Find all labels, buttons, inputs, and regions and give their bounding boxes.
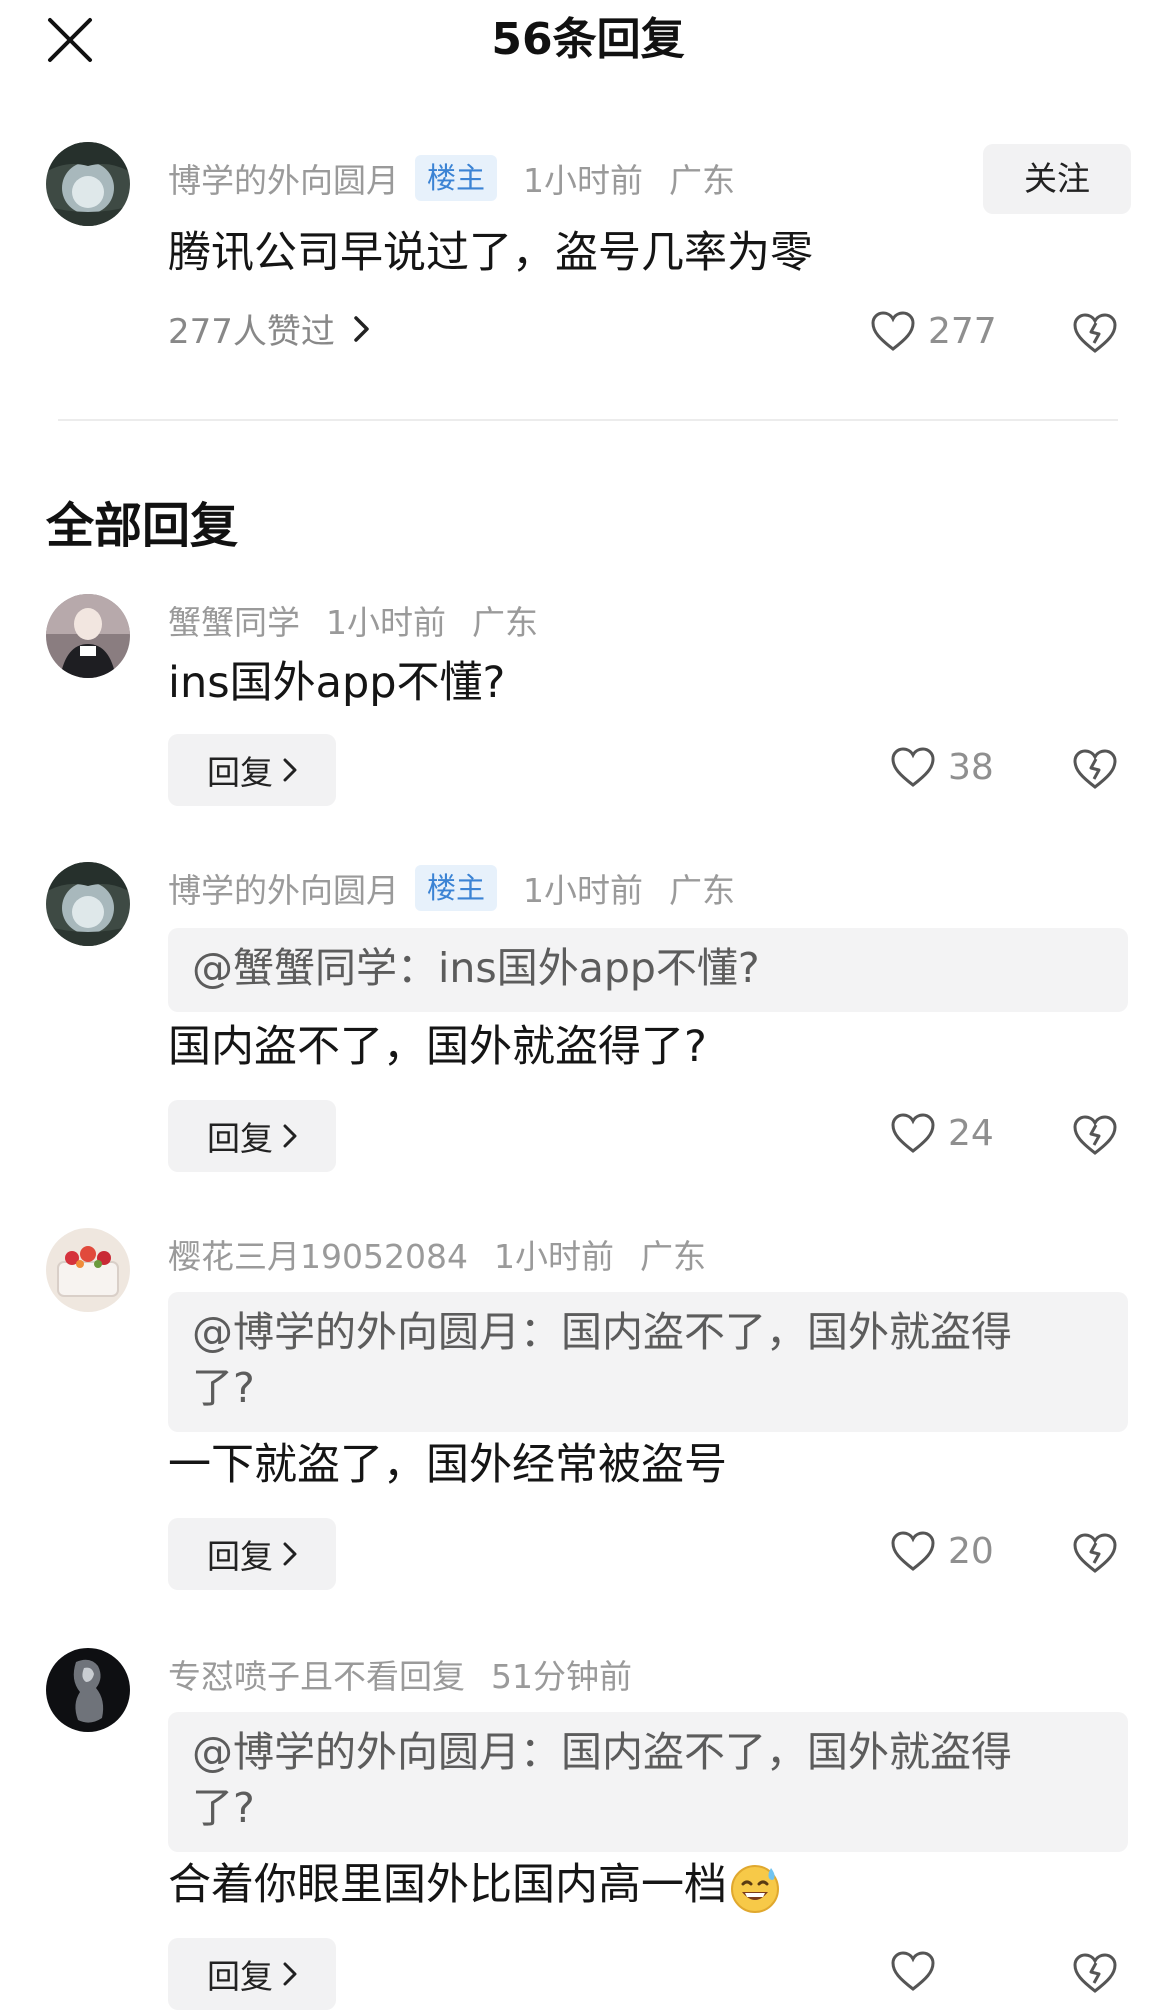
avatar-dark-figure-image bbox=[46, 1648, 130, 1732]
quoted-reply: @蟹蟹同学：ins国外app不懂? bbox=[168, 928, 1128, 1012]
reply-meta: 专怼喷子且不看回复 51分钟前 bbox=[168, 1649, 632, 1699]
quoted-text-line-2: 了? bbox=[192, 1784, 255, 1832]
timestamp: 1小时前 bbox=[523, 161, 644, 200]
broken-heart-icon bbox=[1073, 313, 1117, 353]
location: 广东 bbox=[639, 1237, 706, 1276]
avatar[interactable] bbox=[46, 1228, 130, 1312]
follow-button[interactable]: 关注 bbox=[983, 144, 1131, 214]
like-count: 277 bbox=[928, 310, 997, 352]
username[interactable]: 博学的外向圆月 bbox=[168, 864, 399, 912]
reply-text: ins国外app不懂? bbox=[168, 658, 506, 708]
location: 广东 bbox=[669, 871, 736, 910]
heart-icon bbox=[891, 1531, 935, 1571]
dislike-button[interactable] bbox=[1072, 312, 1120, 360]
heart-icon-partial bbox=[891, 1951, 935, 1991]
reply-button[interactable]: 回复 bbox=[168, 1100, 336, 1172]
location: 广东 bbox=[472, 603, 538, 642]
avatar-cake-image bbox=[46, 1228, 130, 1312]
likes-summary: 277人赞过 bbox=[168, 312, 335, 352]
section-title: 全部回复 bbox=[46, 498, 239, 554]
quoted-text-line-1: @博学的外向圆月：国内盗不了，国外就盗得 bbox=[192, 1728, 1012, 1776]
quoted-text-line-1: @博学的外向圆月：国内盗不了，国外就盗得 bbox=[192, 1308, 1012, 1356]
reply-meta: 博学的外向圆月 楼主 1小时前 广东 bbox=[168, 863, 735, 913]
reply-button[interactable]: 回复 bbox=[168, 734, 336, 806]
avatar[interactable] bbox=[46, 862, 130, 946]
quoted-reply: @博学的外向圆月：国内盗不了，国外就盗得 了? bbox=[168, 1712, 1128, 1852]
like-button[interactable]: 38 bbox=[890, 746, 994, 788]
timestamp: 1小时前 bbox=[493, 1237, 614, 1276]
like-count: 24 bbox=[948, 1112, 994, 1154]
location: 广东 bbox=[669, 161, 736, 200]
chevron-right-icon bbox=[354, 315, 369, 342]
timestamp: 51分钟前 bbox=[491, 1657, 632, 1696]
main-comment-text: 腾讯公司早说过了，盗号几率为零 bbox=[168, 228, 813, 278]
like-button[interactable] bbox=[890, 1950, 936, 1992]
broken-heart-icon bbox=[1073, 1533, 1117, 1573]
likes-summary-link[interactable]: 277人赞过 bbox=[168, 304, 371, 353]
like-button[interactable]: 24 bbox=[890, 1112, 994, 1154]
username[interactable]: 蟹蟹同学 bbox=[168, 596, 300, 644]
reply-text-row: 合着你眼里国外比国内高一档 bbox=[168, 1856, 781, 1914]
reply-button[interactable]: 回复 bbox=[168, 1518, 336, 1590]
divider bbox=[58, 419, 1118, 421]
avatar[interactable] bbox=[46, 1648, 130, 1732]
avatar-landscape-image bbox=[46, 142, 130, 226]
quoted-text-line-2: 了? bbox=[192, 1364, 255, 1412]
heart-icon bbox=[891, 747, 935, 787]
dislike-button[interactable] bbox=[1072, 1532, 1120, 1580]
username[interactable]: 樱花三月19052084 bbox=[168, 1230, 468, 1278]
avatar-person-image bbox=[46, 594, 130, 678]
reply-meta: 蟹蟹同学 1小时前 广东 bbox=[168, 595, 538, 645]
reply-text: 合着你眼里国外比国内高一档 bbox=[168, 1860, 727, 1910]
op-badge: 楼主 bbox=[415, 865, 498, 911]
avatar[interactable] bbox=[46, 142, 130, 226]
sweat-smile-emoji-icon bbox=[731, 1864, 779, 1913]
header: 56条回复 bbox=[0, 0, 1176, 80]
timestamp: 1小时前 bbox=[523, 871, 644, 910]
quoted-reply: @博学的外向圆月：国内盗不了，国外就盗得 了? bbox=[168, 1292, 1128, 1432]
broken-heart-icon bbox=[1073, 1115, 1117, 1155]
op-badge: 楼主 bbox=[415, 155, 498, 201]
dislike-button[interactable] bbox=[1072, 1952, 1120, 2000]
like-button[interactable]: 277 bbox=[870, 310, 997, 352]
reply-meta: 樱花三月19052084 1小时前 广东 bbox=[168, 1229, 706, 1279]
timestamp: 1小时前 bbox=[326, 603, 446, 642]
reply-text: 国内盗不了，国外就盗得了? bbox=[168, 1022, 707, 1072]
dislike-button[interactable] bbox=[1072, 1114, 1120, 1162]
username[interactable]: 专怼喷子且不看回复 bbox=[168, 1650, 465, 1698]
chevron-right-icon bbox=[283, 1962, 297, 1986]
quoted-text: @蟹蟹同学：ins国外app不懂? bbox=[192, 944, 760, 992]
reply-text: 一下就盗了，国外经常被盗号 bbox=[168, 1440, 727, 1490]
reply-button-label: 回复 bbox=[207, 753, 273, 792]
reply-button-label: 回复 bbox=[207, 1537, 273, 1576]
dislike-button[interactable] bbox=[1072, 748, 1120, 796]
avatar-landscape-image bbox=[46, 862, 130, 946]
chevron-right-icon bbox=[283, 1542, 297, 1566]
page-title: 56条回复 bbox=[491, 14, 685, 65]
reply-button-label: 回复 bbox=[207, 1119, 273, 1158]
broken-heart-icon bbox=[1073, 749, 1117, 789]
like-count: 20 bbox=[948, 1530, 994, 1572]
chevron-right-icon bbox=[283, 1124, 297, 1148]
heart-icon bbox=[871, 311, 915, 351]
broken-heart-icon bbox=[1073, 1953, 1117, 1993]
username[interactable]: 博学的外向圆月 bbox=[168, 154, 399, 202]
avatar[interactable] bbox=[46, 594, 130, 678]
heart-icon bbox=[891, 1113, 935, 1153]
reply-button-label: 回复 bbox=[207, 1957, 273, 1996]
like-count: 38 bbox=[948, 746, 994, 788]
reply-button[interactable]: 回复 bbox=[168, 1938, 336, 2010]
like-button[interactable]: 20 bbox=[890, 1530, 994, 1572]
main-comment-meta: 博学的外向圆月 楼主 1小时前 广东 bbox=[168, 153, 735, 203]
chevron-right-icon bbox=[283, 758, 297, 782]
